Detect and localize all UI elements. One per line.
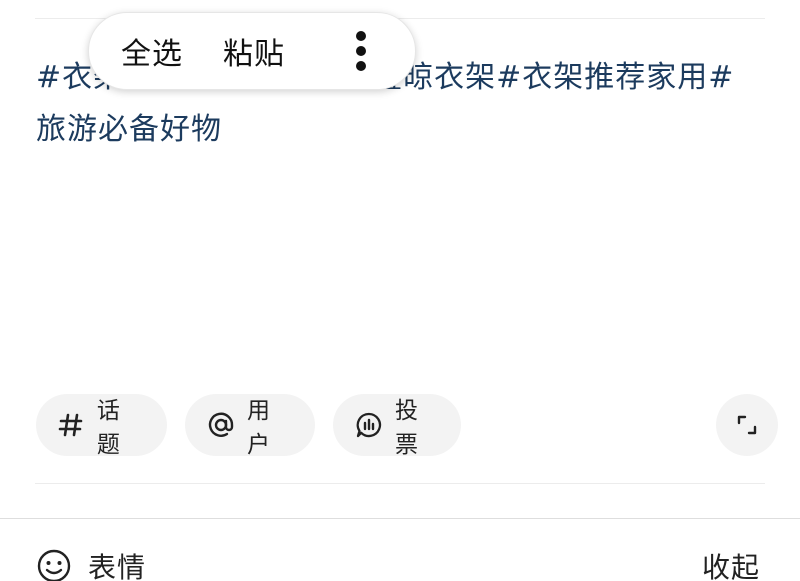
post-editor-page: #衣架神器家用晾衣架折叠晾衣架#衣架推荐家用# 旅游必备好物 全选 粘贴 话题 xyxy=(0,0,800,581)
hashtag-icon xyxy=(58,411,85,439)
at-icon xyxy=(207,411,235,439)
smiley-icon xyxy=(37,549,71,581)
toolbar-divider xyxy=(35,483,765,484)
collapse-button[interactable]: 收起 xyxy=(702,546,760,581)
more-vertical-icon[interactable] xyxy=(355,31,367,71)
text-context-menu: 全选 粘贴 xyxy=(88,12,416,90)
paste-button[interactable]: 粘贴 xyxy=(223,29,285,73)
topic-label: 话题 xyxy=(96,398,121,458)
topic-button[interactable]: 话题 xyxy=(36,394,167,458)
emoji-button[interactable]: 表情 xyxy=(36,546,146,581)
mention-user-button[interactable]: 用户 xyxy=(185,394,315,458)
emoji-label: 表情 xyxy=(88,551,147,581)
vote-label: 投票 xyxy=(395,398,419,458)
expand-editor-button[interactable] xyxy=(716,394,778,456)
poll-chat-icon xyxy=(355,411,383,439)
vote-button[interactable]: 投票 xyxy=(333,394,461,458)
expand-icon xyxy=(737,415,757,435)
bottom-bar-divider xyxy=(0,518,800,519)
user-label: 用户 xyxy=(247,398,271,458)
post-text-line-2[interactable]: 旅游必备好物 xyxy=(36,104,766,156)
select-all-button[interactable]: 全选 xyxy=(121,29,183,73)
